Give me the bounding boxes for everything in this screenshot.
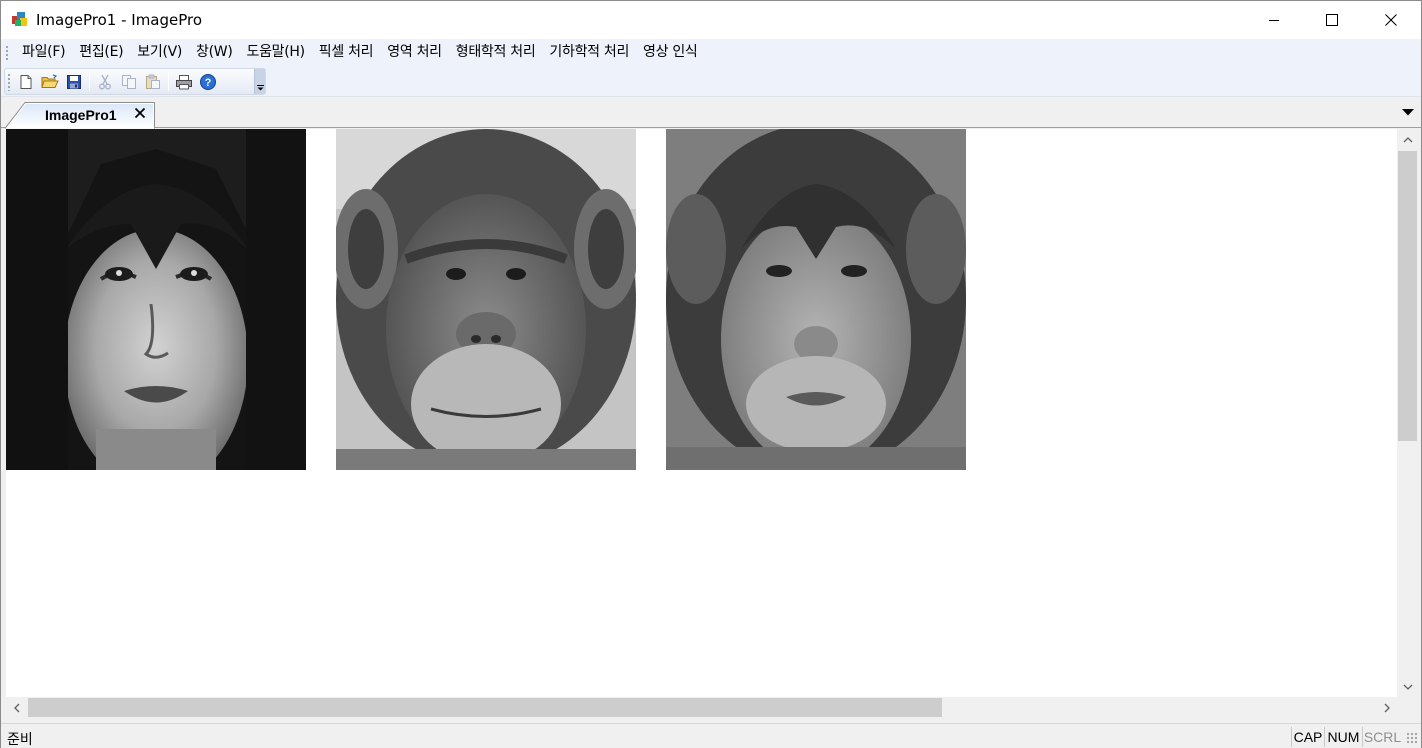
vertical-scrollbar[interactable] [1397, 129, 1418, 697]
scroll-left-button[interactable] [6, 697, 27, 718]
new-file-button[interactable] [15, 71, 37, 93]
open-folder-icon [41, 73, 59, 88]
copy-button[interactable] [118, 71, 140, 93]
chevron-right-icon [1384, 703, 1390, 712]
scroll-down-button[interactable] [1397, 676, 1418, 697]
chevron-left-icon [13, 703, 19, 712]
vertical-scroll-thumb[interactable] [1398, 151, 1417, 441]
paste-icon [146, 74, 160, 89]
save-button[interactable] [63, 71, 85, 93]
horizontal-scrollbar[interactable] [6, 697, 1397, 718]
menu-morphology-processing[interactable]: 형태학적 처리 [449, 39, 543, 66]
tab-close-button[interactable] [133, 106, 147, 120]
menu-window[interactable]: 창(W) [189, 39, 239, 66]
close-icon [134, 107, 146, 119]
status-indicator-scrl: SCRL [1362, 727, 1402, 747]
image-canvas-area[interactable] [6, 129, 1397, 697]
menu-help[interactable]: 도움말(H) [240, 39, 312, 66]
help-button[interactable]: ? [197, 71, 219, 93]
maximize-icon [1326, 14, 1338, 26]
standard-toolbar: ? [4, 68, 266, 95]
menu-pixel-processing[interactable]: 픽셀 처리 [312, 39, 380, 66]
triangle-down-icon [1402, 109, 1414, 116]
menu-area-processing[interactable]: 영역 처리 [380, 39, 448, 66]
menubar-grip-icon[interactable] [5, 44, 9, 61]
chevron-up-icon [1403, 136, 1412, 142]
svg-text:?: ? [205, 77, 212, 89]
close-icon [1385, 14, 1397, 26]
print-icon [176, 74, 192, 89]
toolbar-separator [168, 72, 169, 91]
menu-edit[interactable]: 편집(E) [72, 39, 130, 66]
chevron-down-icon [1403, 684, 1412, 690]
status-text: 준비 [7, 732, 33, 748]
cut-button[interactable] [94, 71, 116, 93]
scroll-right-button[interactable] [1376, 697, 1397, 718]
menu-image-recognition[interactable]: 영상 인식 [636, 39, 704, 66]
maximize-button[interactable] [1303, 1, 1361, 39]
application-window: ImagePro1 - ImagePro 파일(F) 편집(E) 보기(V) 창… [0, 0, 1422, 748]
menu-geometry-processing[interactable]: 기하학적 처리 [542, 39, 636, 66]
toolbar-row: ? [1, 66, 1421, 97]
minimize-icon [1269, 20, 1279, 21]
tab-list-dropdown-button[interactable] [1401, 106, 1415, 118]
menu-view[interactable]: 보기(V) [130, 39, 189, 66]
horizontal-scroll-thumb[interactable] [28, 698, 942, 717]
scroll-up-button[interactable] [1397, 129, 1418, 150]
chevron-down-icon [256, 85, 264, 91]
toolbar-overflow-button[interactable] [254, 69, 265, 94]
status-indicator-num: NUM [1324, 727, 1362, 747]
new-file-icon [20, 74, 32, 89]
menu-bar: 파일(F) 편집(E) 보기(V) 창(W) 도움말(H) 픽셀 처리 영역 처… [1, 39, 1421, 66]
chimpanzee-face-image [336, 129, 636, 470]
menu-file[interactable]: 파일(F) [15, 39, 72, 66]
toolbar-separator [89, 72, 90, 91]
status-bar: 준비 CAP NUM SCRL [1, 723, 1421, 748]
morphed-face-image [666, 129, 966, 470]
imagepro-app-icon[interactable] [11, 10, 29, 28]
close-button[interactable] [1362, 1, 1420, 39]
document-tab-strip: ImagePro1 [1, 98, 1421, 129]
help-icon: ? [200, 73, 216, 90]
resize-grip-icon[interactable] [1406, 732, 1418, 744]
print-button[interactable] [173, 71, 195, 93]
status-indicator-cap: CAP [1291, 727, 1324, 747]
window-title: ImagePro1 - ImagePro [36, 11, 203, 29]
toolbar-grip-icon[interactable] [7, 72, 11, 91]
open-button[interactable] [39, 71, 61, 93]
copy-icon [122, 74, 136, 89]
scrollbar-corner [1397, 697, 1418, 718]
title-bar[interactable]: ImagePro1 - ImagePro [1, 1, 1421, 39]
tab-label: ImagePro1 [45, 107, 117, 123]
save-disk-icon [67, 74, 81, 89]
minimize-button[interactable] [1245, 1, 1303, 39]
tab-imagepro1[interactable]: ImagePro1 [5, 101, 155, 129]
paste-button[interactable] [142, 71, 164, 93]
woman-face-image [6, 129, 306, 470]
cut-scissors-icon [99, 74, 111, 89]
